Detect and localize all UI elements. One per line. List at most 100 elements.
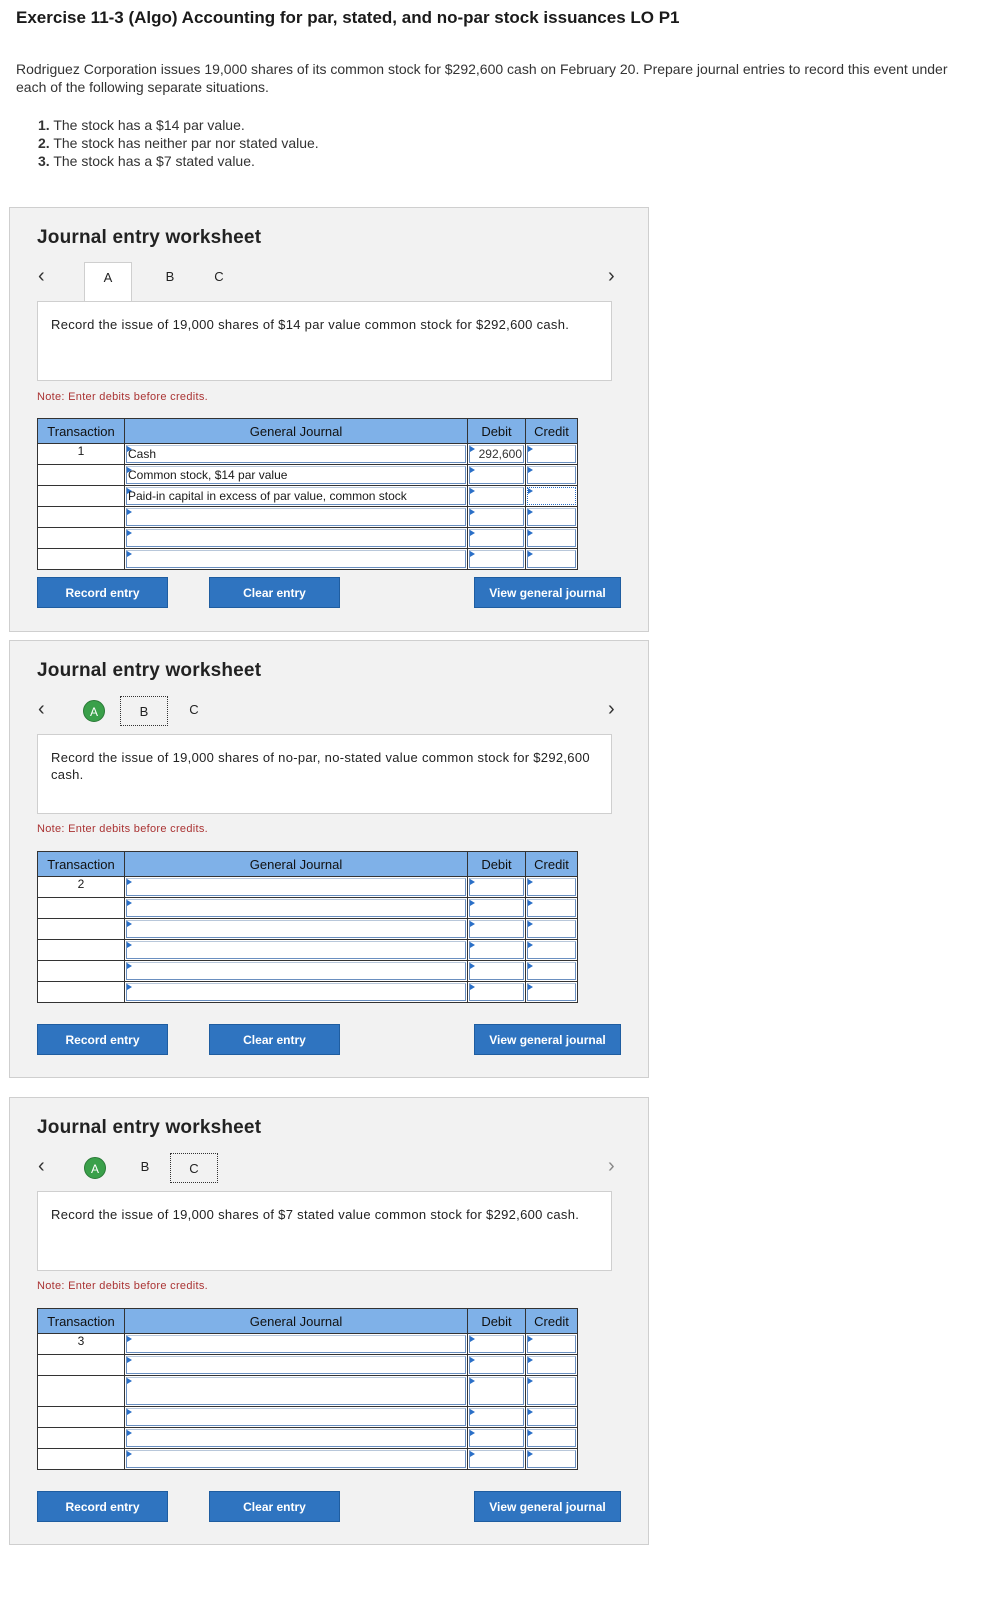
credit-input[interactable] (525, 506, 578, 528)
debit-input[interactable] (467, 1375, 526, 1407)
credit-input[interactable] (525, 1448, 578, 1470)
entry-description: Record the issue of 19,000 shares of $14… (37, 301, 612, 381)
debit-input[interactable] (467, 464, 526, 486)
view-general-journal-button[interactable]: View general journal (474, 1491, 621, 1522)
credit-input[interactable] (525, 939, 578, 961)
next-arrow-icon[interactable]: › (608, 266, 615, 286)
account-select[interactable]: Cash (124, 443, 468, 465)
credit-input[interactable] (525, 876, 578, 898)
journal-table: Transaction General Journal Debit Credit… (37, 851, 578, 1003)
exercise-title: Exercise 11-3 (Algo) Accounting for par,… (16, 8, 680, 27)
exercise-intro: Rodriguez Corporation issues 19,000 shar… (16, 61, 948, 95)
credit-input[interactable] (525, 464, 578, 486)
account-select[interactable] (124, 1333, 468, 1355)
account-select[interactable] (124, 548, 468, 570)
credit-input[interactable] (525, 485, 578, 507)
prev-arrow-icon[interactable]: ‹ (38, 1156, 45, 1176)
col-credit: Credit (525, 1308, 578, 1334)
credit-input[interactable] (525, 1427, 578, 1449)
debit-input[interactable] (467, 981, 526, 1003)
journal-worksheet-a: Journal entry worksheet ‹ A B C › Record… (9, 207, 649, 632)
transaction-cell (37, 527, 125, 549)
transaction-cell (37, 464, 125, 486)
prev-arrow-icon[interactable]: ‹ (38, 699, 45, 719)
view-general-journal-button[interactable]: View general journal (474, 577, 621, 608)
transaction-cell (37, 548, 125, 570)
debit-input[interactable] (467, 918, 526, 940)
journal-table: Transaction General Journal Debit Credit… (37, 1308, 578, 1470)
credit-input[interactable] (525, 918, 578, 940)
credit-input[interactable] (525, 527, 578, 549)
next-arrow-icon[interactable]: › (608, 1156, 615, 1176)
debit-input[interactable] (467, 939, 526, 961)
record-entry-button[interactable]: Record entry (37, 577, 168, 608)
debit-input[interactable] (467, 876, 526, 898)
tab-b[interactable]: B (158, 265, 182, 289)
credit-input[interactable] (525, 1375, 578, 1407)
debit-input[interactable] (467, 485, 526, 507)
account-select[interactable]: Common stock, $14 par value (124, 464, 468, 486)
col-debit: Debit (467, 1308, 526, 1334)
account-select[interactable] (124, 939, 468, 961)
tab-a[interactable]: A (84, 262, 132, 303)
credit-input[interactable] (525, 897, 578, 919)
account-select[interactable] (124, 897, 468, 919)
credit-input[interactable] (525, 960, 578, 982)
account-select[interactable] (124, 527, 468, 549)
transaction-cell (37, 939, 125, 961)
account-select[interactable] (124, 1406, 468, 1428)
requirement-item: 2. The stock has neither par nor stated … (38, 135, 319, 151)
transaction-number: 3 (37, 1333, 125, 1355)
debit-input[interactable] (467, 1427, 526, 1449)
credit-input[interactable] (525, 548, 578, 570)
tab-c[interactable]: C (207, 265, 231, 289)
account-select[interactable] (124, 918, 468, 940)
entry-note: Note: Enter debits before credits. (37, 1280, 209, 1292)
account-select[interactable] (124, 981, 468, 1003)
col-general-journal: General Journal (124, 1308, 468, 1334)
clear-entry-button[interactable]: Clear entry (209, 1024, 340, 1055)
debit-input[interactable] (467, 548, 526, 570)
view-general-journal-button[interactable]: View general journal (474, 1024, 621, 1055)
transaction-cell (37, 960, 125, 982)
debit-input[interactable] (467, 897, 526, 919)
tab-a-completed[interactable]: A (84, 1157, 106, 1179)
clear-entry-button[interactable]: Clear entry (209, 1491, 340, 1522)
account-select[interactable] (124, 1354, 468, 1376)
debit-input[interactable] (467, 506, 526, 528)
worksheet-title: Journal entry worksheet (37, 660, 262, 681)
account-select[interactable] (124, 960, 468, 982)
account-select[interactable] (124, 1375, 468, 1407)
debit-input[interactable]: 292,600 (467, 443, 526, 465)
account-select[interactable] (124, 506, 468, 528)
tab-b[interactable]: B (133, 1155, 157, 1179)
record-entry-button[interactable]: Record entry (37, 1024, 168, 1055)
record-entry-button[interactable]: Record entry (37, 1491, 168, 1522)
account-select[interactable] (124, 1427, 468, 1449)
credit-input[interactable] (525, 1406, 578, 1428)
journal-table: Transaction General Journal Debit Credit… (37, 418, 578, 570)
tab-c[interactable]: C (182, 698, 206, 722)
debit-input[interactable] (467, 1354, 526, 1376)
debit-input[interactable] (467, 527, 526, 549)
col-general-journal: General Journal (124, 851, 468, 877)
transaction-number: 1 (37, 443, 125, 465)
account-select[interactable] (124, 876, 468, 898)
transaction-cell (37, 897, 125, 919)
prev-arrow-icon[interactable]: ‹ (38, 266, 45, 286)
debit-input[interactable] (467, 960, 526, 982)
tab-a-completed[interactable]: A (83, 700, 105, 722)
debit-input[interactable] (467, 1406, 526, 1428)
clear-entry-button[interactable]: Clear entry (209, 577, 340, 608)
credit-input[interactable] (525, 1354, 578, 1376)
account-select[interactable]: Paid-in capital in excess of par value, … (124, 485, 468, 507)
credit-input[interactable] (525, 1333, 578, 1355)
debit-input[interactable] (467, 1333, 526, 1355)
next-arrow-icon[interactable]: › (608, 699, 615, 719)
debit-input[interactable] (467, 1448, 526, 1470)
account-select[interactable] (124, 1448, 468, 1470)
credit-input[interactable] (525, 981, 578, 1003)
tab-c[interactable]: C (170, 1153, 218, 1183)
tab-b[interactable]: B (120, 696, 168, 726)
credit-input[interactable] (525, 443, 578, 465)
